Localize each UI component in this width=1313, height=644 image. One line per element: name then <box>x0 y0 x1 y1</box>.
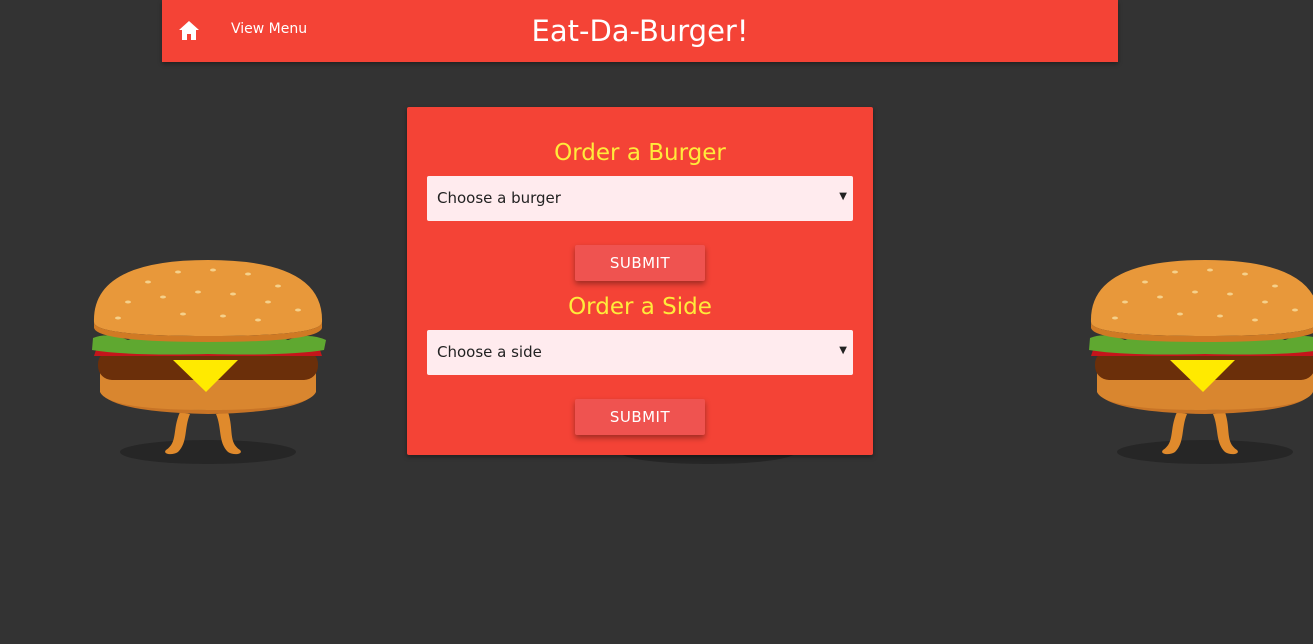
burger-mascot-right-image <box>1089 260 1313 464</box>
home-icon <box>179 21 199 40</box>
side-select[interactable]: Choose a side ▼ <box>427 330 853 375</box>
order-side-title: Order a Side <box>568 294 712 320</box>
burger-mascot-left-image <box>92 260 326 464</box>
order-card: Order a Burger Choose a burger ▼ SUBMIT … <box>407 107 873 455</box>
order-burger-title: Order a Burger <box>554 140 726 166</box>
view-menu-link[interactable]: View Menu <box>231 21 307 37</box>
page: View Menu Eat-Da-Burger! Order a Burger … <box>0 0 1313 644</box>
home-button[interactable] <box>176 19 202 43</box>
side-submit-button[interactable]: SUBMIT <box>575 399 705 435</box>
side-select-value: Choose a side <box>437 343 542 361</box>
brand-title[interactable]: Eat-Da-Burger! <box>490 13 790 49</box>
navbar: View Menu Eat-Da-Burger! <box>162 0 1118 62</box>
burger-select[interactable]: Choose a burger ▼ <box>427 176 853 221</box>
burger-submit-button[interactable]: SUBMIT <box>575 245 705 281</box>
dropdown-caret-icon: ▼ <box>839 191 847 202</box>
dropdown-caret-icon: ▼ <box>839 345 847 356</box>
burger-select-value: Choose a burger <box>437 189 561 207</box>
